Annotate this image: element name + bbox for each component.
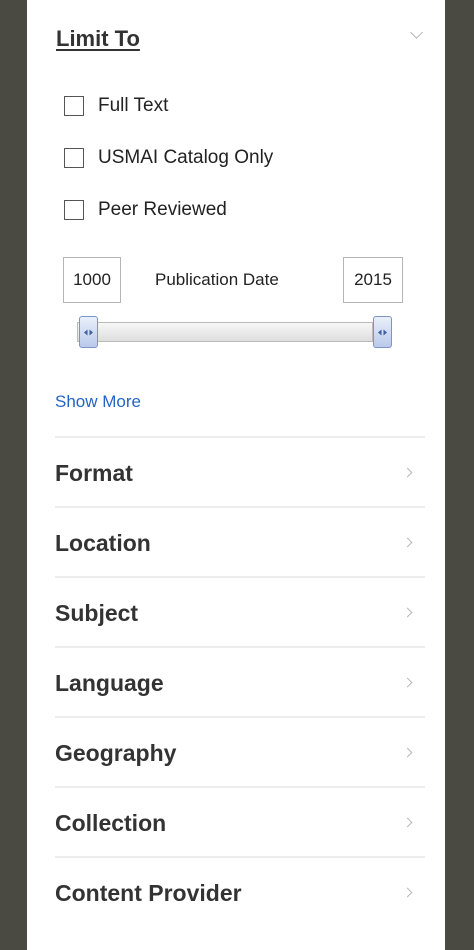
facet-collection[interactable]: Collection (55, 786, 425, 856)
limit-to-header[interactable]: Limit To (56, 22, 429, 62)
drag-arrows-icon (378, 329, 387, 335)
facet-location[interactable]: Location (55, 506, 425, 576)
show-more-link[interactable]: Show More (55, 392, 141, 412)
facet-label[interactable]: Collection (55, 810, 166, 837)
facet-sidebar: Limit To Full Text USMAI Catalog Only Pe… (27, 0, 445, 950)
limit-to-title[interactable]: Limit To (56, 26, 140, 52)
chevron-right-icon[interactable] (402, 747, 413, 758)
full-text-checkbox[interactable] (64, 96, 84, 116)
full-text-option[interactable]: Full Text (64, 93, 168, 119)
date-to-input[interactable]: 2015 (343, 257, 403, 303)
usmai-catalog-checkbox[interactable] (64, 148, 84, 168)
facet-subject[interactable]: Subject (55, 576, 425, 646)
peer-reviewed-option[interactable]: Peer Reviewed (64, 197, 227, 223)
facet-label[interactable]: Format (55, 460, 133, 487)
drag-arrows-icon (84, 329, 93, 335)
facet-label[interactable]: Subject (55, 600, 138, 627)
full-text-label[interactable]: Full Text (98, 95, 168, 117)
facet-label[interactable]: Location (55, 530, 151, 557)
facet-content-provider[interactable]: Content Provider (55, 856, 425, 926)
date-from-input[interactable]: 1000 (63, 257, 121, 303)
chevron-down-icon[interactable] (410, 26, 423, 39)
date-range-end-handle[interactable] (373, 316, 392, 348)
usmai-catalog-option[interactable]: USMAI Catalog Only (64, 145, 273, 171)
facet-geography[interactable]: Geography (55, 716, 425, 786)
date-range-slider-track[interactable] (77, 322, 373, 342)
facet-language[interactable]: Language (55, 646, 425, 716)
facet-label[interactable]: Content Provider (55, 880, 242, 907)
chevron-right-icon[interactable] (402, 677, 413, 688)
chevron-right-icon[interactable] (402, 887, 413, 898)
peer-reviewed-label[interactable]: Peer Reviewed (98, 199, 227, 221)
peer-reviewed-checkbox[interactable] (64, 200, 84, 220)
publication-date-label: Publication Date (155, 270, 279, 289)
chevron-right-icon[interactable] (402, 607, 413, 618)
facet-format[interactable]: Format (55, 436, 425, 506)
chevron-right-icon[interactable] (402, 537, 413, 548)
date-range-start-handle[interactable] (79, 316, 98, 348)
facet-label[interactable]: Language (55, 670, 164, 697)
facet-label[interactable]: Geography (55, 740, 176, 767)
chevron-right-icon[interactable] (402, 817, 413, 828)
usmai-catalog-label[interactable]: USMAI Catalog Only (98, 147, 273, 169)
chevron-right-icon[interactable] (402, 467, 413, 478)
